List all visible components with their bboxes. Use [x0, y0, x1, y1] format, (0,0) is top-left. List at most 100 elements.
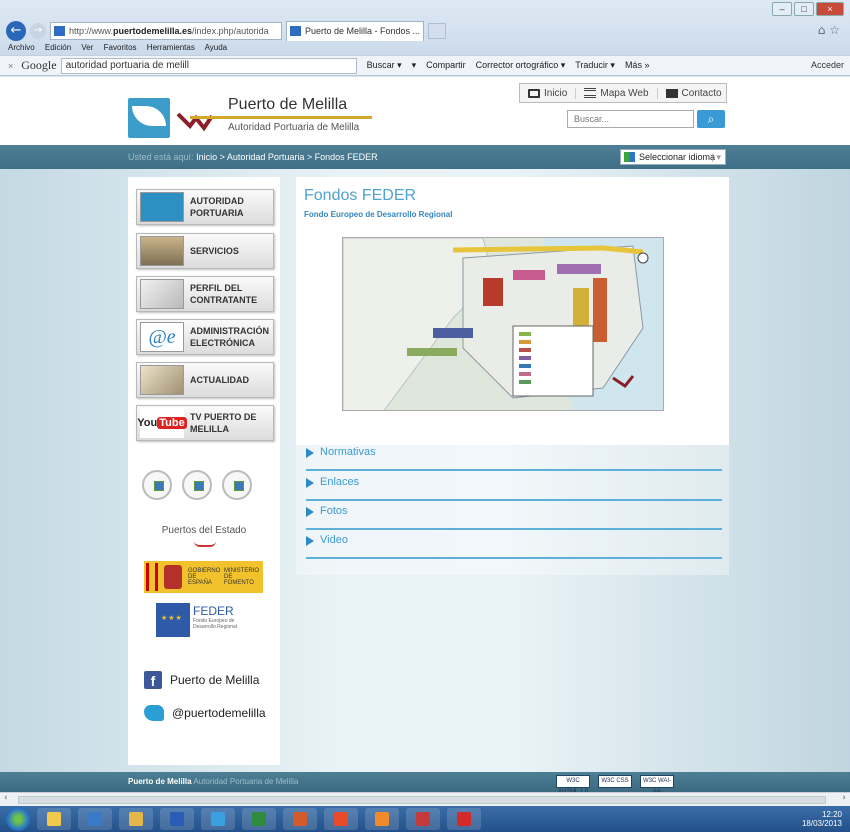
sidebar-item-label: PERFIL DEL CONTRATANTE [190, 282, 257, 306]
facebook-icon: f [144, 671, 162, 689]
certification-badge-icon[interactable] [182, 470, 212, 500]
sidebar-item-administracion[interactable]: @e ADMINISTRACIÓN ELECTRÓNICA [136, 319, 274, 355]
menu-herramientas[interactable]: Herramientas [147, 43, 195, 52]
sidebar-item-servicios[interactable]: SERVICIOS [136, 233, 274, 269]
scrollbar-thumb[interactable] [18, 796, 826, 804]
menu-favoritos[interactable]: Favoritos [104, 43, 137, 52]
system-tray[interactable]: 12:20 18/03/2013 [802, 810, 842, 828]
gobierno-text: GOBIERNO DE ESPAÑA [188, 568, 221, 586]
puertos-del-estado-logo[interactable]: Puertos del Estado [128, 525, 280, 536]
powerpoint-icon[interactable] [283, 808, 317, 830]
acrobat-icon[interactable] [447, 808, 481, 830]
word-icon[interactable] [160, 808, 194, 830]
close-toolbar-icon[interactable]: × [8, 61, 13, 71]
feder-text-box: FEDER Fondo Europeo de Desarrollo Region… [190, 603, 250, 637]
feder-logo[interactable]: FEDER Fondo Europeo de Desarrollo Region… [156, 603, 250, 637]
topnav-contacto[interactable]: Contacto [658, 88, 730, 99]
w3c-wai-badge[interactable]: W3C WAI-AA [640, 775, 674, 795]
port-map-image[interactable] [342, 237, 664, 411]
flag-app-icon[interactable] [406, 808, 440, 830]
maximize-icon[interactable]: □ [794, 2, 814, 16]
start-button-icon[interactable] [6, 807, 30, 831]
footer-name: Puerto de Melilla [128, 777, 192, 786]
accordion-video[interactable]: Video [306, 533, 722, 559]
nav-row: ← → http://www.puertodemelilla.es/index.… [6, 20, 446, 42]
topnav-contacto-label: Contacto [681, 87, 722, 99]
google-bookmark-button[interactable]: ▾ [412, 60, 417, 71]
label-line1: ADMINISTRACIÓN [190, 326, 269, 336]
horizontal-scrollbar[interactable]: ‹ › [0, 792, 850, 806]
tab-title: Puerto de Melilla - Fondos ... [305, 26, 421, 36]
menu-ver[interactable]: Ver [81, 43, 93, 52]
internet-explorer-icon[interactable] [201, 808, 235, 830]
certification-badge-icon[interactable] [222, 470, 252, 500]
topnav-mapa-web[interactable]: Mapa Web [576, 87, 658, 99]
sidebar-item-actualidad[interactable]: ACTUALIDAD [136, 362, 274, 398]
chevron-down-icon: | ▾ [711, 152, 721, 162]
label-line2: CONTRATANTE [190, 295, 258, 305]
scroll-right-icon[interactable]: › [842, 793, 846, 803]
site-title[interactable]: Puerto de Melilla [228, 96, 347, 114]
minimize-icon[interactable]: – [772, 2, 792, 16]
chrome-icon[interactable] [324, 808, 358, 830]
close-icon[interactable]: × [816, 2, 844, 16]
scroll-left-icon[interactable]: ‹ [4, 793, 8, 803]
twitter-link[interactable]: @puertodemelilla [144, 705, 266, 721]
menu-ayuda[interactable]: Ayuda [205, 43, 228, 52]
facebook-link[interactable]: f Puerto de Melilla [144, 671, 259, 689]
folder-icon[interactable] [119, 808, 153, 830]
port-logo-icon [140, 192, 184, 222]
google-traducir-button[interactable]: Traducir ▾ [575, 60, 615, 71]
footer-text: Puerto de Melilla Autoridad Portuaria de… [128, 772, 298, 792]
media-player-icon[interactable] [78, 808, 112, 830]
accordion-label: Normativas [320, 446, 376, 458]
label-line2: ELECTRÓNICA [190, 338, 255, 348]
search-icon: ⌕ [707, 112, 715, 126]
page-subtitle[interactable]: Fondo Europeo de Desarrollo Regional [304, 210, 452, 219]
outlook-icon[interactable] [365, 808, 399, 830]
sidebar-item-tv[interactable]: You Tube TV PUERTO DE MELILLA [136, 405, 274, 441]
w3c-css-badge[interactable]: W3C CSS [598, 775, 632, 788]
monitor-icon [528, 88, 540, 98]
topnav-inicio[interactable]: Inicio [520, 87, 577, 99]
search-button[interactable]: ⌕ [697, 110, 725, 128]
accordion-fotos[interactable]: Fotos [306, 504, 722, 530]
tab-active[interactable]: Puerto de Melilla - Fondos ... [286, 21, 424, 41]
menu-archivo[interactable]: Archivo [8, 43, 35, 52]
back-icon[interactable]: ← [6, 21, 26, 41]
label-line1: AUTORIDAD [190, 196, 244, 206]
google-corrector-button[interactable]: Corrector ortográfico ▾ [476, 60, 566, 71]
search-input[interactable]: Buscar... [567, 110, 694, 128]
accordion-normativas[interactable]: Normativas [306, 445, 722, 471]
breadcrumb-path[interactable]: Inicio > Autoridad Portuaria > Fondos FE… [196, 152, 378, 162]
forward-icon[interactable]: → [30, 23, 46, 39]
excel-icon[interactable] [242, 808, 276, 830]
certification-badge-icon[interactable] [142, 470, 172, 500]
menu-edicion[interactable]: Edición [45, 43, 71, 52]
label-line1: SERVICIOS [190, 246, 239, 256]
explorer-icon[interactable] [37, 808, 71, 830]
gobierno-logo[interactable]: GOBIERNO DE ESPAÑA MINISTERIO DE FOMENTO [144, 561, 263, 593]
window-controls: – □ × [772, 2, 844, 16]
acceder-link[interactable]: Acceder [811, 60, 844, 70]
google-mas-button[interactable]: Más » [625, 60, 650, 71]
pen-document-icon [140, 279, 184, 309]
puertos-estado-mark-icon [194, 541, 216, 547]
breadcrumb-label: Usted está aquí: [128, 152, 194, 162]
address-bar[interactable]: http://www.puertodemelilla.es/index.php/… [50, 22, 282, 40]
feder-subtitle: Fondo Europeo de Desarrollo Regional [193, 618, 237, 630]
site-subtitle: Autoridad Portuaria de Melilla [228, 122, 360, 133]
google-search-input[interactable]: autoridad portuaria de melill [60, 57, 357, 74]
language-selector[interactable]: Seleccionar idioma | ▾ [620, 149, 726, 165]
coat-of-arms-icon [164, 565, 182, 589]
google-compartir-button[interactable]: Compartir [426, 60, 466, 71]
windows-taskbar: 12:20 18/03/2013 [0, 806, 850, 832]
google-buscar-button[interactable]: Buscar ▾ [367, 60, 402, 71]
sidebar-item-autoridad[interactable]: AUTORIDAD PORTUARIA [136, 189, 274, 225]
new-tab-button[interactable] [428, 23, 446, 39]
sidebar-item-perfil-contratante[interactable]: PERFIL DEL CONTRATANTE [136, 276, 274, 312]
port-logo-icon[interactable] [128, 98, 170, 138]
accordion-enlaces[interactable]: Enlaces [306, 475, 722, 501]
w3c-xhtml-badge[interactable]: W3C XHTML 1.0 [556, 775, 590, 795]
home-star-icons[interactable]: ⌂ ☆ [818, 23, 840, 37]
